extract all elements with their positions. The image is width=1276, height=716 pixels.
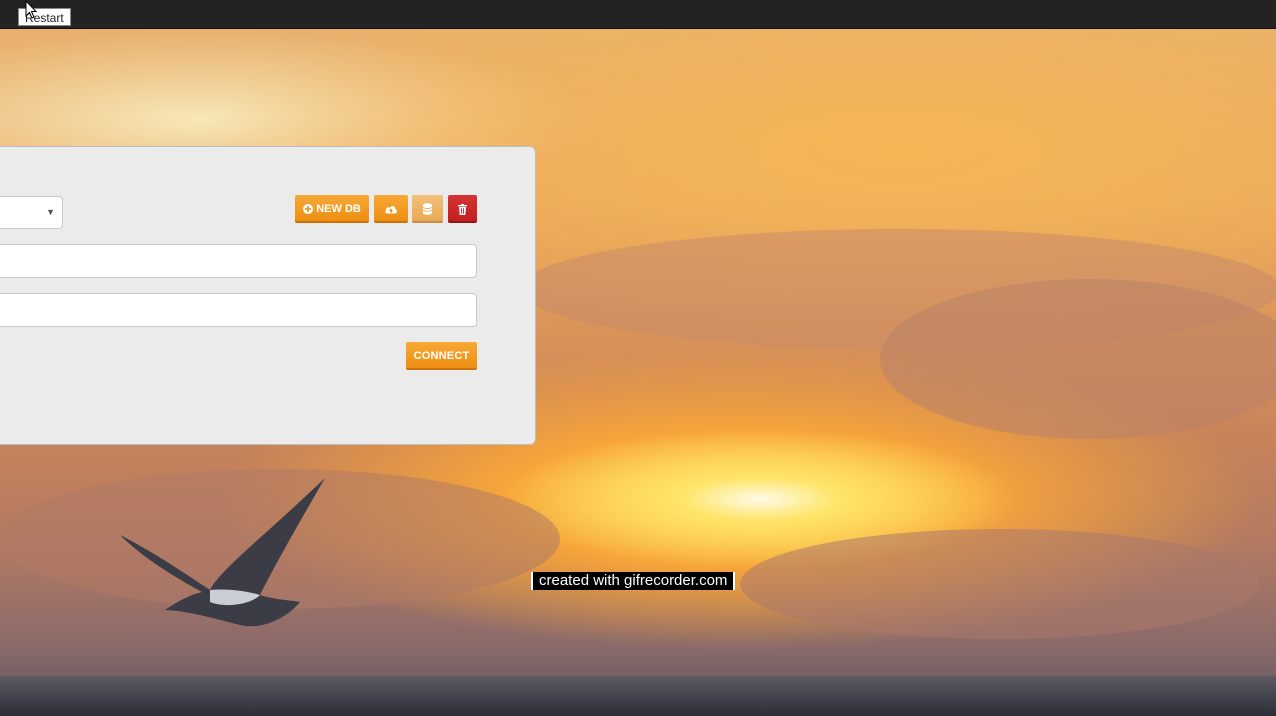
mouse-cursor-icon: [25, 0, 37, 19]
host-input[interactable]: [0, 244, 477, 278]
delete-button[interactable]: [448, 195, 477, 223]
watermark-label: created with gifrecorder.com: [531, 572, 736, 590]
cloud-shape: [880, 279, 1276, 439]
top-bar: Restart: [0, 0, 1276, 29]
cloud-shape: [740, 529, 1260, 639]
connection-panel: ▼ NEW DB CONNECT: [0, 146, 536, 445]
upload-button[interactable]: [374, 195, 408, 223]
password-input[interactable]: [0, 293, 477, 327]
database-button[interactable]: [412, 195, 443, 223]
cloud-upload-icon: [385, 206, 397, 214]
new-db-label: NEW DB: [316, 203, 361, 215]
plus-circle-icon: [303, 204, 314, 215]
database-select[interactable]: ▼: [0, 196, 63, 229]
trash-icon: [458, 203, 467, 215]
sea: [0, 676, 1276, 716]
chevron-down-icon: ▼: [46, 207, 55, 217]
new-db-button[interactable]: NEW DB: [295, 195, 369, 223]
database-icon: [423, 203, 432, 215]
connect-button[interactable]: CONNECT: [406, 342, 477, 370]
seagull-image: [120, 478, 325, 627]
